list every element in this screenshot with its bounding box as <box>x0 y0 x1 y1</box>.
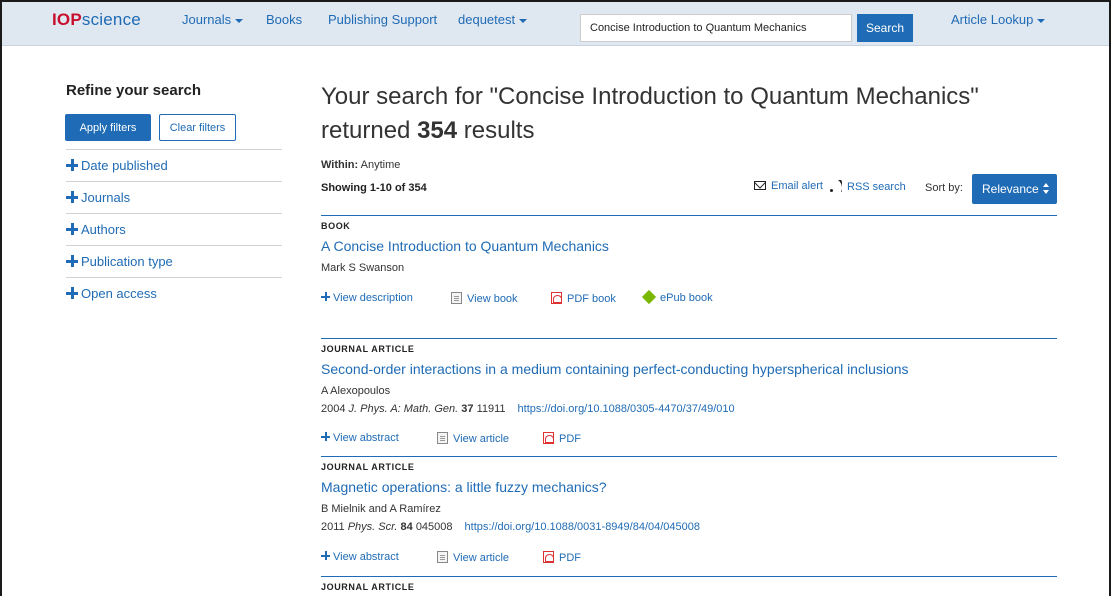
view-description-link[interactable]: View description <box>321 292 413 304</box>
result-title[interactable]: A Concise Introduction to Quantum Mechan… <box>321 238 609 254</box>
search-button[interactable]: Search <box>857 14 913 42</box>
plus-icon <box>66 159 78 171</box>
result-type: JOURNAL ARTICLE <box>321 582 415 592</box>
view-abstract-link[interactable]: View abstract <box>321 432 399 444</box>
search-input[interactable] <box>580 14 852 42</box>
apply-filters-button[interactable]: Apply filters <box>65 114 151 141</box>
view-article-link[interactable]: View article <box>437 551 509 564</box>
result-title[interactable]: Magnetic operations: a little fuzzy mech… <box>321 479 607 495</box>
nav-article-lookup[interactable]: Article Lookup <box>951 12 1046 27</box>
sort-by-label: Sort by: <box>925 182 963 194</box>
email-alert-link[interactable]: Email alert <box>754 180 823 192</box>
result-actions: View abstract View article PDF <box>321 432 1057 448</box>
result-actions: View description View book PDF book ePub… <box>321 289 1057 308</box>
pdf-icon <box>543 432 554 444</box>
rss-search-link[interactable]: RSS search <box>830 180 906 193</box>
envelope-icon <box>754 181 766 190</box>
result-item: JOURNAL ARTICLE Magnetic operations: a l… <box>321 456 1057 576</box>
nav-user-menu[interactable]: dequetest <box>458 12 528 27</box>
clear-filters-button[interactable]: Clear filters <box>159 114 236 141</box>
result-citation: 2011 Phys. Scr. 84 045008 https://doi.org… <box>321 521 701 533</box>
result-authors: Mark S Swanson <box>321 262 405 274</box>
page: IOPscience Journals Books Publishing Sup… <box>0 0 1111 596</box>
plus-icon <box>321 551 330 560</box>
caret-down-icon <box>519 18 528 23</box>
sort-select[interactable]: Relevance <box>972 174 1057 204</box>
view-article-link[interactable]: View article <box>437 432 509 445</box>
nav-books[interactable]: Books <box>266 12 302 27</box>
results-heading: Your search for "Concise Introduction to… <box>321 83 979 144</box>
plus-icon <box>66 223 78 235</box>
filter-date-published[interactable]: Date published <box>66 150 282 182</box>
rss-icon <box>830 180 842 192</box>
result-type: BOOK <box>321 221 351 231</box>
nav-journals[interactable]: Journals <box>182 12 244 27</box>
result-item: JOURNAL ARTICLE <box>321 576 1057 596</box>
filter-open-access[interactable]: Open access <box>66 278 282 310</box>
epub-book-link[interactable]: ePub book <box>641 289 713 305</box>
pdf-link[interactable]: PDF <box>543 432 581 445</box>
showing-count: Showing 1-10 of 354 <box>321 182 427 194</box>
top-nav: IOPscience Journals Books Publishing Sup… <box>2 2 1109 46</box>
result-authors: B Mielnik and A Ramírez <box>321 503 441 515</box>
document-icon <box>437 432 448 444</box>
epub-icon <box>641 289 657 305</box>
caret-down-icon <box>235 18 244 23</box>
result-item: BOOK A Concise Introduction to Quantum M… <box>321 215 1057 338</box>
pdf-icon <box>543 551 554 563</box>
plus-icon <box>66 255 78 267</box>
filter-authors[interactable]: Authors <box>66 214 282 246</box>
result-authors: A Alexopoulos <box>321 385 391 397</box>
within-filter-text: Within: Anytime <box>321 159 401 171</box>
result-actions: View abstract View article PDF <box>321 551 1057 567</box>
plus-icon <box>321 432 330 441</box>
document-icon <box>437 551 448 563</box>
view-abstract-link[interactable]: View abstract <box>321 551 399 563</box>
filter-list: Date published Journals Authors Publicat… <box>66 149 282 310</box>
result-citation: 2004 J. Phys. A: Math. Gen. 37 11911 http… <box>321 403 735 415</box>
doi-link[interactable]: https://doi.org/10.1088/0305-4470/37/49/… <box>518 403 735 415</box>
document-icon <box>451 292 462 304</box>
result-item: JOURNAL ARTICLE Second-order interaction… <box>321 338 1057 456</box>
refine-search-title: Refine your search <box>66 82 202 99</box>
result-type: JOURNAL ARTICLE <box>321 344 415 354</box>
pdf-book-link[interactable]: PDF book <box>551 292 616 305</box>
result-type: JOURNAL ARTICLE <box>321 462 415 472</box>
doi-link[interactable]: https://doi.org/10.1088/0031-8949/84/04/… <box>465 521 700 533</box>
caret-down-icon <box>1037 18 1046 23</box>
result-count: 354 <box>417 117 458 144</box>
plus-icon <box>66 191 78 203</box>
nav-publishing-support[interactable]: Publishing Support <box>328 12 437 27</box>
view-book-link[interactable]: View book <box>451 292 518 305</box>
iopscience-logo[interactable]: IOPscience <box>52 10 141 30</box>
plus-icon <box>66 287 78 299</box>
pdf-link[interactable]: PDF <box>543 551 581 564</box>
plus-icon <box>321 292 330 301</box>
pdf-icon <box>551 292 562 304</box>
filter-journals[interactable]: Journals <box>66 182 282 214</box>
filter-publication-type[interactable]: Publication type <box>66 246 282 278</box>
select-arrows-icon <box>1043 183 1049 195</box>
result-title[interactable]: Second-order interactions in a medium co… <box>321 361 909 377</box>
